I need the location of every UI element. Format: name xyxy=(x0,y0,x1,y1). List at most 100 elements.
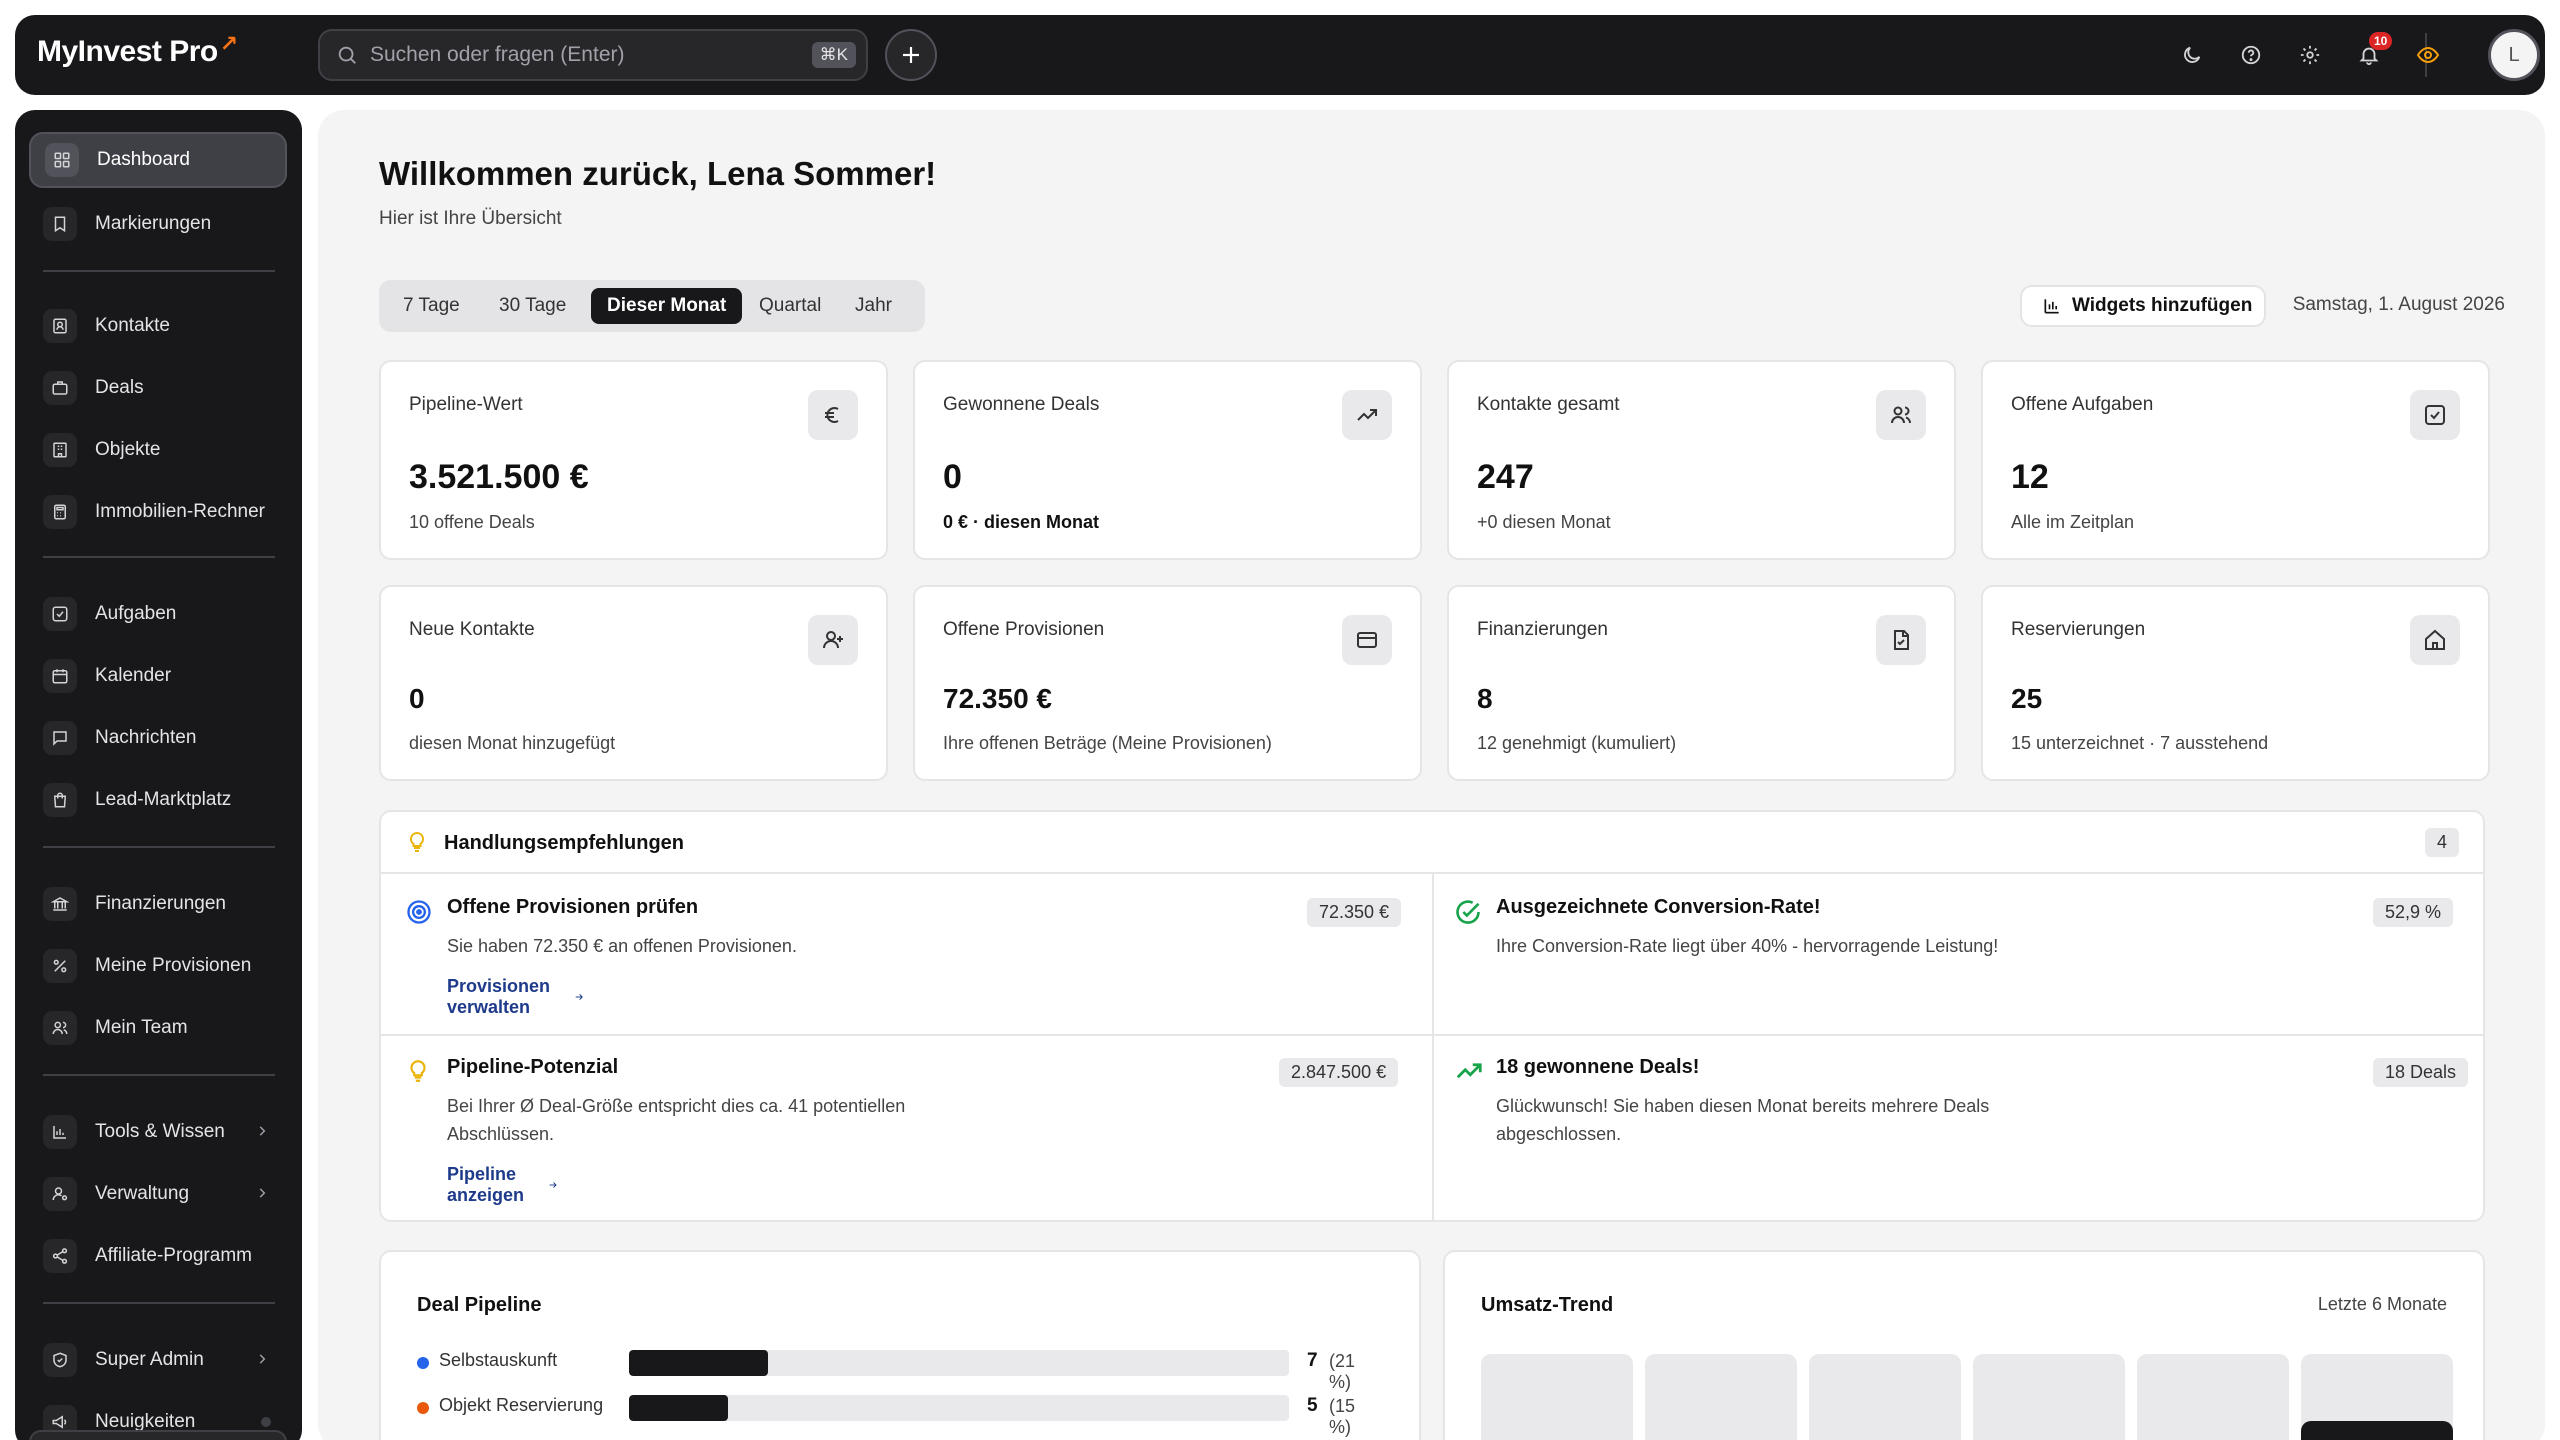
stat-label: Offene Aufgaben xyxy=(2011,394,2154,415)
sidebar-item-label: Objekte xyxy=(95,439,161,460)
stat-card[interactable]: Offene Aufgaben 12 Alle im Zeitplan xyxy=(1981,360,2490,560)
stat-value: 0 xyxy=(409,683,425,714)
sidebar-divider xyxy=(43,1302,275,1304)
sidebar-item-deals[interactable]: Deals xyxy=(29,360,287,416)
arrow-right-icon xyxy=(549,1182,557,1188)
sidebar-item-label: Verwaltung xyxy=(95,1183,190,1204)
tab-dieser-monat[interactable]: Dieser Monat xyxy=(591,288,743,324)
avatar[interactable]: L xyxy=(2488,29,2540,81)
page-subtitle: Hier ist Ihre Übersicht xyxy=(379,208,562,229)
sidebar-divider xyxy=(43,556,275,558)
notifications-button[interactable]: 10 xyxy=(2354,32,2393,70)
stat-value: 12 xyxy=(2011,458,2049,496)
grid-icon xyxy=(45,143,79,177)
briefcase-icon xyxy=(43,371,77,405)
show-pipeline-link[interactable]: Pipeline anzeigen xyxy=(447,1164,558,1206)
sidebar-item-tools-wissen[interactable]: Tools & Wissen xyxy=(29,1104,287,1160)
sidebar-item-label: Super Admin xyxy=(95,1349,204,1370)
stage-progress-track xyxy=(629,1350,1289,1376)
stage-count: 7 xyxy=(1307,1350,1318,1371)
stat-subtext: Alle im Zeitplan xyxy=(2011,512,2135,532)
app-logo[interactable]: MyInvest Pro↗ xyxy=(37,31,238,69)
recommendations-title: Handlungsempfehlungen xyxy=(444,832,684,854)
tab-30-tage[interactable]: 30 Tage xyxy=(483,288,582,324)
tab-quartal[interactable]: Quartal xyxy=(743,288,837,324)
sidebar-collapse-control[interactable] xyxy=(29,1430,287,1440)
trend-bar[interactable] xyxy=(1481,1354,1633,1440)
revenue-trend-range: Letzte 6 Monate xyxy=(2317,1294,2447,1314)
plus-icon xyxy=(903,47,919,63)
recommendations-hdivider xyxy=(381,1034,2483,1036)
recommendation-desc: Bei Ihrer Ø Deal-Größe entspricht dies c… xyxy=(447,1096,906,1144)
recommendation-title: Pipeline-Potenzial xyxy=(447,1056,619,1078)
sidebar-item-label: Kalender xyxy=(95,665,172,686)
add-button[interactable] xyxy=(885,29,937,81)
sidebar-item-mein-team[interactable]: Mein Team xyxy=(29,1000,287,1056)
stat-card[interactable]: Pipeline-Wert 3.521.500 € 10 offene Deal… xyxy=(379,360,888,560)
checkbox-icon xyxy=(43,597,77,631)
recommendations-vdivider xyxy=(1432,874,1434,1222)
sidebar-item-verwaltung[interactable]: Verwaltung xyxy=(29,1166,287,1222)
stat-card[interactable]: Finanzierungen 8 12 genehmigt (kumuliert… xyxy=(1447,585,1956,781)
sidebar-item-nachrichten[interactable]: Nachrichten xyxy=(29,710,287,766)
stat-value: 25 xyxy=(2011,683,2043,714)
sidebar-item-aufgaben[interactable]: Aufgaben xyxy=(29,586,287,642)
credit-card-icon xyxy=(1342,615,1392,665)
file-icon xyxy=(1876,615,1926,665)
top-bar: MyInvest Pro↗ Suchen oder fragen (Enter)… xyxy=(15,15,2545,95)
sidebar-item-kontakte[interactable]: Kontakte xyxy=(29,298,287,354)
settings-button[interactable] xyxy=(2295,40,2325,70)
trend-bar[interactable] xyxy=(2137,1354,2289,1440)
stat-card[interactable]: Gewonnene Deals 0 0 € · diesen Monat xyxy=(913,360,1422,560)
sidebar-item-lead-marktplatz[interactable]: Lead-Marktplatz xyxy=(29,772,287,828)
stat-subtext: 15 unterzeichnet · 7 ausstehend xyxy=(2011,733,2269,753)
trend-bar[interactable] xyxy=(1645,1354,1797,1440)
recommendation-title: Ausgezeichnete Conversion-Rate! xyxy=(1496,896,1821,918)
stage-label: Objekt Reservierung xyxy=(439,1395,604,1415)
add-widgets-button[interactable]: Widgets hinzufügen xyxy=(2020,285,2266,327)
shopping-bag-icon xyxy=(43,783,77,817)
stat-card[interactable]: Reservierungen 25 15 unterzeichnet · 7 a… xyxy=(1981,585,2490,781)
stat-card[interactable]: Offene Provisionen 72.350 € Ihre offenen… xyxy=(913,585,1422,781)
stat-label: Reservierungen xyxy=(2011,619,2146,640)
revenue-trend-title: Umsatz-Trend xyxy=(1481,1294,1614,1316)
help-button[interactable] xyxy=(2236,40,2266,70)
sidebar-item-kalender[interactable]: Kalender xyxy=(29,648,287,704)
privacy-toggle-button[interactable] xyxy=(2413,40,2443,70)
manage-commissions-link[interactable]: Provisionen verwalten xyxy=(447,976,584,1018)
sidebar-item-markierungen[interactable]: Markierungen xyxy=(29,196,287,252)
sidebar-item-immobilien-rechner[interactable]: Immobilien-Rechner xyxy=(29,484,287,540)
sidebar-item-finanzierungen[interactable]: Finanzierungen xyxy=(29,876,287,932)
sidebar-item-meine-provisionen[interactable]: Meine Provisionen xyxy=(29,938,287,994)
target-icon xyxy=(407,900,431,924)
sidebar-item-objekte[interactable]: Objekte xyxy=(29,422,287,478)
lightbulb-icon xyxy=(410,1060,426,1082)
trend-bar[interactable] xyxy=(1973,1354,2125,1440)
arrow-right-icon xyxy=(575,994,583,1000)
stage-dot xyxy=(417,1357,429,1369)
stat-card[interactable]: Kontakte gesamt 247 +0 diesen Monat xyxy=(1447,360,1956,560)
stage-dot xyxy=(417,1402,429,1414)
search-input[interactable]: Suchen oder fragen (Enter) ⌘K xyxy=(318,29,868,81)
sidebar-item-super-admin[interactable]: Super Admin xyxy=(29,1332,287,1388)
stage-progress-fill xyxy=(629,1350,768,1376)
users-icon xyxy=(43,1011,77,1045)
bank-icon xyxy=(43,887,77,921)
stat-label: Kontakte gesamt xyxy=(1477,394,1620,415)
sidebar-item-dashboard[interactable]: Dashboard xyxy=(29,132,287,188)
theme-toggle-button[interactable] xyxy=(2177,40,2207,70)
tab-7-tage[interactable]: 7 Tage xyxy=(387,288,476,324)
sidebar-item-label: Tools & Wissen xyxy=(95,1121,225,1142)
sidebar-item-label: Finanzierungen xyxy=(95,893,226,914)
sidebar-item-affiliate-programm[interactable]: Affiliate-Programm xyxy=(29,1228,287,1284)
trend-bar[interactable] xyxy=(1809,1354,1961,1440)
share-icon xyxy=(43,1239,77,1273)
sidebar-divider xyxy=(43,846,275,848)
recommendation-title: Offene Provisionen prüfen xyxy=(447,896,699,918)
page-title: Willkommen zurück, Lena Sommer! xyxy=(379,155,937,192)
tab-jahr[interactable]: Jahr xyxy=(839,288,908,324)
stat-label: Gewonnene Deals xyxy=(943,394,1100,415)
trend-bar[interactable] xyxy=(2301,1354,2453,1440)
stat-card[interactable]: Neue Kontakte 0 diesen Monat hinzugefügt xyxy=(379,585,888,781)
sidebar-item-label: Markierungen xyxy=(95,213,212,234)
